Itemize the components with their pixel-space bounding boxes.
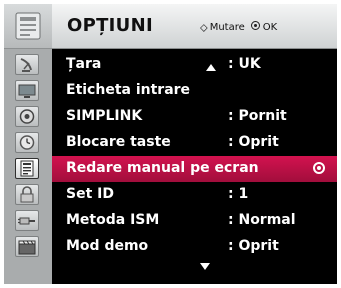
menu-header: OPȚIUNI ⬦ Mutare OK xyxy=(52,4,337,49)
rail-item-media[interactable] xyxy=(4,234,52,260)
menu-item-label: Blocare taste xyxy=(66,134,171,150)
rail-item-audio[interactable] xyxy=(4,104,52,130)
rail-item-picture[interactable] xyxy=(4,78,52,104)
selected-radio-icon xyxy=(313,162,325,174)
menu-item-label: Set ID xyxy=(66,186,114,202)
menu-item-value: : 1 xyxy=(228,186,249,202)
menu-item-value: : Pornit xyxy=(228,108,287,124)
page-title: OPȚIUNI xyxy=(67,15,153,36)
rail-header xyxy=(4,4,52,49)
menu-item-label: Redare manual pe ecran xyxy=(66,160,259,176)
move-hint-label: Mutare xyxy=(209,22,245,33)
speaker-icon xyxy=(19,109,35,124)
menu-item-input-label[interactable]: Eticheta intrare xyxy=(52,78,337,104)
tv-osd-menu: OPȚIUNI ⬦ Mutare OK Țara : UK Eticheta int… xyxy=(4,4,337,284)
clapperboard-icon xyxy=(18,240,36,255)
menu-item-ism-method[interactable]: Metoda ISM : Normal xyxy=(52,208,337,234)
menu-item-simplink[interactable]: SIMPLINK : Pornit xyxy=(52,104,337,130)
menu-item-label: Mod demo xyxy=(66,238,149,254)
menu-item-label: SIMPLINK xyxy=(66,108,143,124)
options-pin-icon xyxy=(15,12,41,40)
menu-item-demo-mode[interactable]: Mod demo : Oprit xyxy=(52,234,337,260)
menu-item-on-screen-manual[interactable]: Redare manual pe ecran xyxy=(52,156,337,182)
rail-item-time[interactable] xyxy=(4,130,52,156)
clock-icon xyxy=(19,135,35,150)
menu-item-set-id[interactable]: Set ID : 1 xyxy=(52,182,337,208)
category-rail xyxy=(4,4,52,284)
menu-item-value: : Oprit xyxy=(228,134,279,150)
ok-circle-icon xyxy=(250,21,260,30)
menu-item-label: Țara xyxy=(66,56,102,72)
menu-item-label: Eticheta intrare xyxy=(66,82,191,98)
options-list: Țara : UK Eticheta intrare SIMPLINK : Po… xyxy=(52,52,337,260)
rail-item-setup[interactable] xyxy=(4,52,52,78)
options-icon xyxy=(20,160,34,177)
satellite-dish-icon xyxy=(20,58,32,72)
four-way-arrow-icon: ⬦ xyxy=(200,21,208,34)
menu-item-value: : UK xyxy=(228,56,261,72)
tv-screen-icon xyxy=(18,84,36,98)
rail-item-lock[interactable] xyxy=(4,182,52,208)
ok-hint-label: OK xyxy=(262,22,278,33)
input-plug-icon xyxy=(18,217,35,225)
menu-item-label: Metoda ISM xyxy=(66,212,160,228)
rail-item-input[interactable] xyxy=(4,208,52,234)
menu-item-value: : Oprit xyxy=(228,238,279,254)
scroll-down-arrow-icon[interactable] xyxy=(200,263,210,270)
options-panel: OPȚIUNI ⬦ Mutare OK Țara : UK Eticheta int… xyxy=(52,4,337,284)
menu-item-country[interactable]: Țara : UK xyxy=(52,52,337,78)
lock-icon xyxy=(20,186,34,203)
menu-item-key-lock[interactable]: Blocare taste : Oprit xyxy=(52,130,337,156)
key-hints: ⬦ Mutare OK xyxy=(200,21,277,35)
menu-item-value: : Normal xyxy=(228,212,296,228)
rail-item-options[interactable] xyxy=(4,156,52,182)
